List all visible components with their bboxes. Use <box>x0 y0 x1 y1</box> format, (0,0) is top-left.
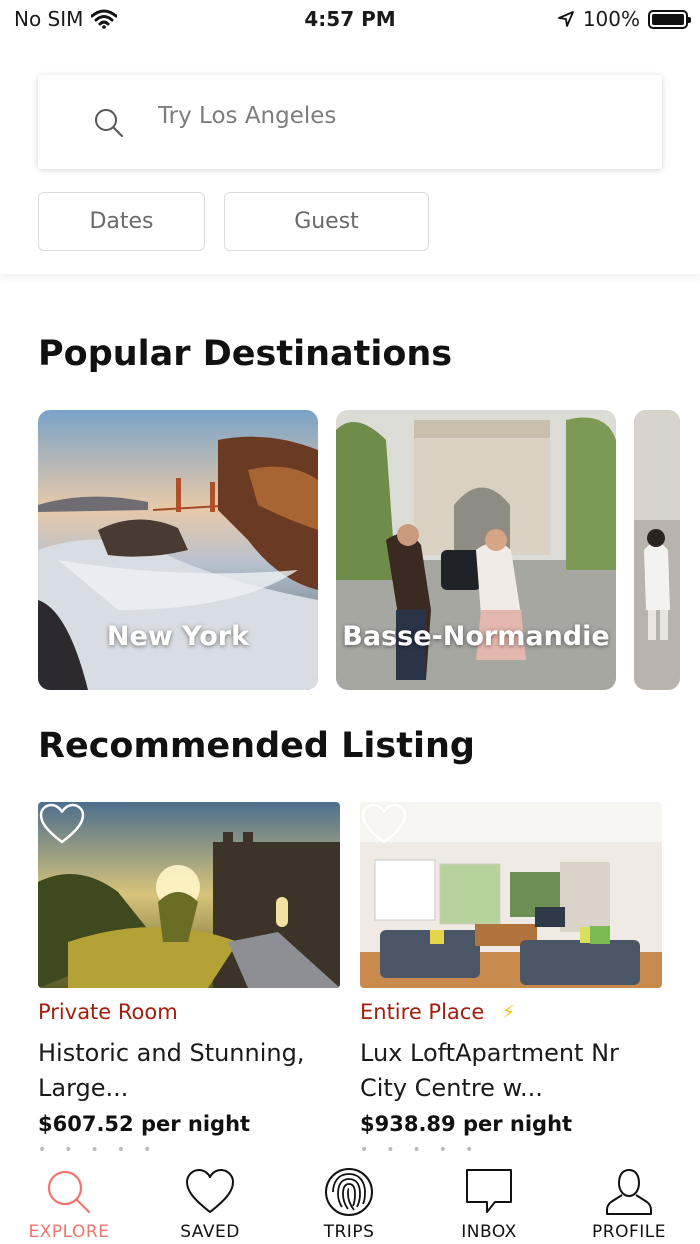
popular-destinations-title: Popular Destinations <box>38 334 453 374</box>
fingerprint-icon <box>325 1168 373 1216</box>
tab-label: EXPLORE <box>28 1222 110 1242</box>
listing-card[interactable]: Entire Place ⚡ Lux LoftApartment Nr City… <box>360 802 662 1158</box>
instant-book-bolt-icon: ⚡ <box>502 1001 515 1023</box>
tab-label: PROFILE <box>592 1222 666 1242</box>
heart-icon <box>186 1169 234 1213</box>
search-icon <box>95 109 123 137</box>
recommended-listing-title: Recommended Listing <box>38 726 475 766</box>
destination-card-basse-normandie[interactable]: Basse-Normandie <box>336 410 616 690</box>
listing-price: $938.89 per night <box>360 1112 573 1136</box>
status-bar: No SIM 4:57 PM 100% <box>0 0 700 40</box>
guest-button[interactable]: Guest <box>224 192 429 251</box>
battery-percent: 100% <box>582 7 640 31</box>
tab-explore[interactable]: EXPLORE <box>4 1166 134 1242</box>
listing-card[interactable]: Private Room Historic and Stunning, Larg… <box>38 802 340 1158</box>
save-heart-icon[interactable] <box>360 802 408 846</box>
tab-inbox[interactable]: INBOX <box>424 1166 554 1242</box>
tab-label: TRIPS <box>323 1222 375 1242</box>
destination-card-new-york[interactable]: New York <box>38 410 318 690</box>
destination-name: Basse-Normandie <box>342 621 610 652</box>
destination-image <box>634 410 680 690</box>
battery-icon <box>648 9 691 29</box>
tab-trips[interactable]: TRIPS <box>284 1166 414 1242</box>
dates-button[interactable]: Dates <box>38 192 205 251</box>
listing-type-label: Private Room <box>38 1000 178 1024</box>
user-icon <box>606 1168 652 1215</box>
tab-saved[interactable]: SAVED <box>145 1166 275 1242</box>
status-right: 100% <box>557 7 691 31</box>
listing-type: Private Room <box>38 998 340 1026</box>
listing-image <box>38 802 340 988</box>
listing-title: Lux LoftApartment Nr City Centre w... <box>360 1039 619 1102</box>
listing-type: Entire Place ⚡ <box>360 998 662 1026</box>
tab-label: INBOX <box>461 1222 517 1242</box>
tab-profile[interactable]: PROFILE <box>564 1166 694 1242</box>
destination-name: New York <box>106 621 250 652</box>
tab-label: SAVED <box>180 1222 240 1242</box>
listing-type-label: Entire Place <box>360 1000 485 1024</box>
search-input[interactable] <box>158 103 578 129</box>
search-icon <box>47 1170 91 1214</box>
search-header: Dates Guest <box>0 40 700 274</box>
search-box[interactable] <box>38 75 662 169</box>
listing-image <box>360 802 662 988</box>
listing-title: Historic and Stunning, Large... <box>38 1039 305 1102</box>
location-arrow-icon <box>557 11 574 27</box>
chat-bubble-icon <box>466 1169 512 1213</box>
tab-bar: EXPLORE SAVED TRIPS INBOX PROFILE <box>0 1156 700 1244</box>
listing-price: $607.52 per night <box>38 1112 251 1136</box>
destination-card-partial[interactable] <box>634 410 680 690</box>
save-heart-icon[interactable] <box>38 802 86 846</box>
